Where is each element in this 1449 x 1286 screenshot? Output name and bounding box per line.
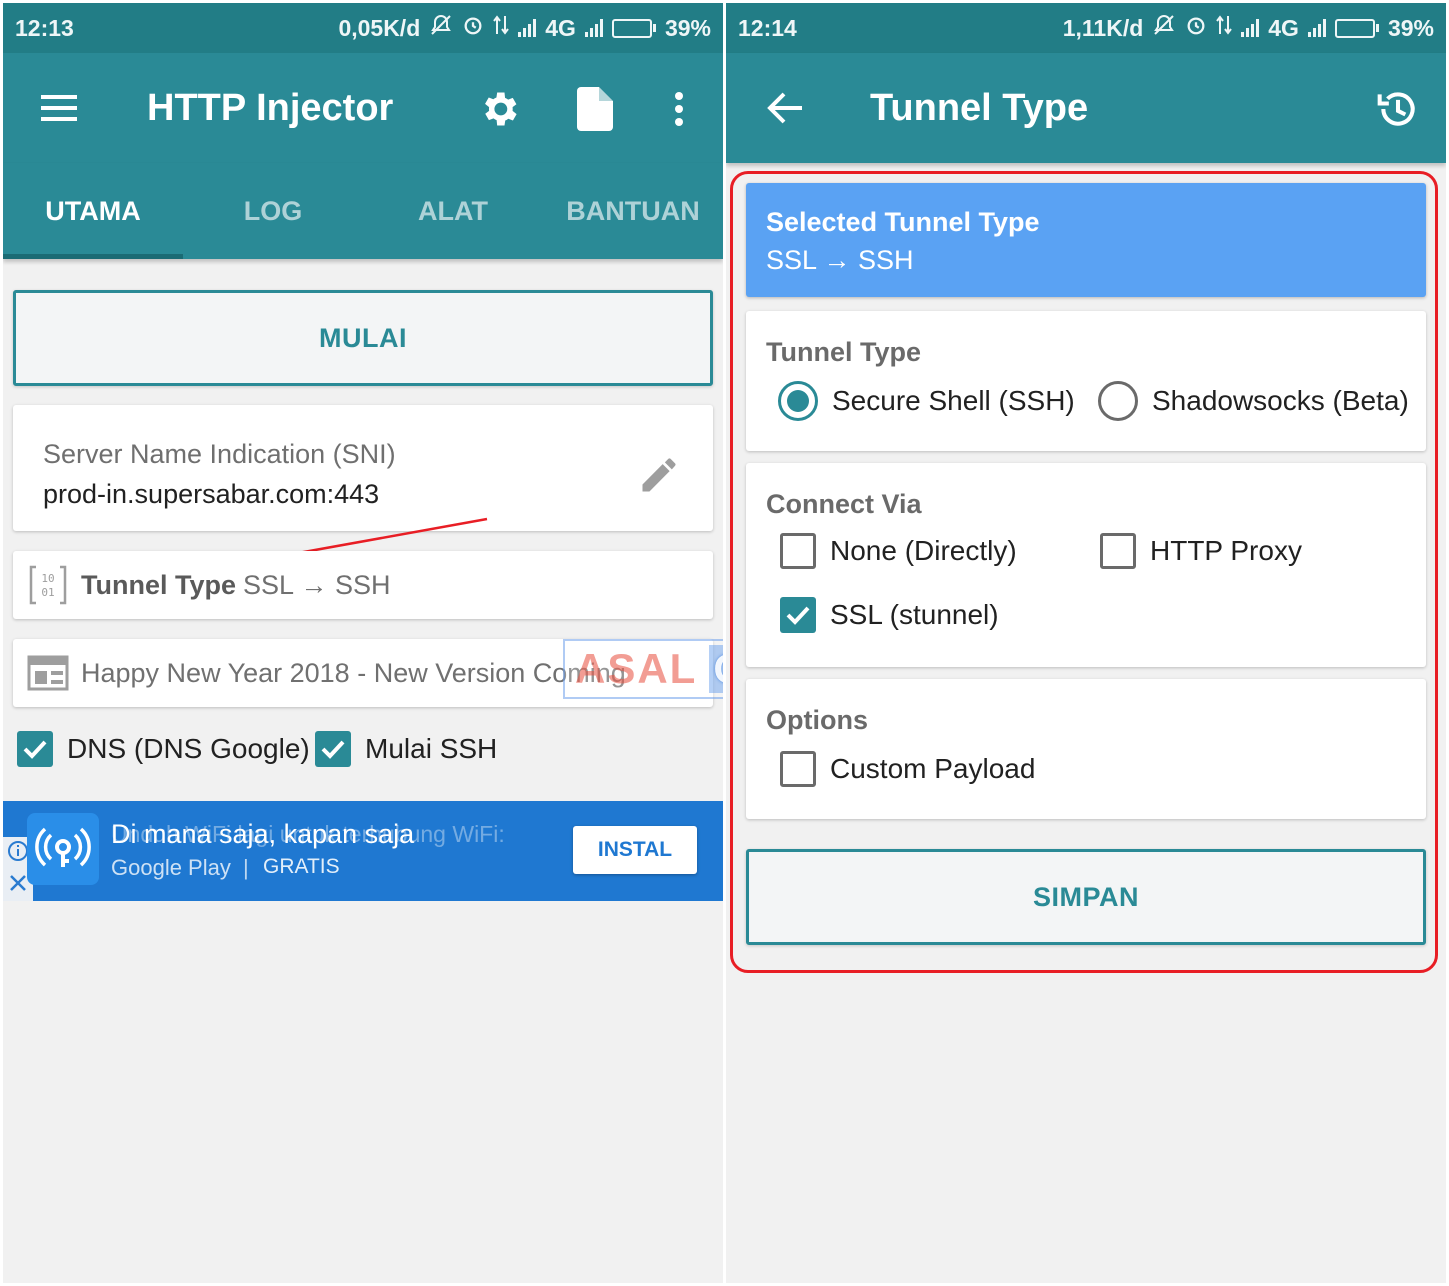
none-checkbox-row[interactable]: None (Directly) xyxy=(780,533,1017,569)
ad-separator: | xyxy=(243,855,249,880)
tab-alat[interactable]: ALAT xyxy=(363,163,543,259)
ssh-checkbox[interactable] xyxy=(315,731,351,767)
app-bar: HTTP Injector xyxy=(3,53,723,163)
ssh-radio-label: Secure Shell (SSH) xyxy=(832,385,1075,416)
sni-label: Server Name Indication (SNI) xyxy=(43,439,396,469)
network-type: 4G xyxy=(1268,14,1299,41)
none-label: None (Directly) xyxy=(830,535,1017,566)
notifications-off-icon xyxy=(429,13,453,43)
alarm-icon xyxy=(1185,14,1207,42)
arrow-back-icon[interactable] xyxy=(760,83,810,133)
ad-store: Google Play xyxy=(111,855,231,880)
tunnel-type-label: Tunnel Type xyxy=(81,569,236,600)
options-title: Options xyxy=(766,705,868,735)
signal-icon xyxy=(1241,19,1260,37)
tab-bantuan[interactable]: BANTUAN xyxy=(543,163,723,259)
history-icon[interactable] xyxy=(1372,83,1424,135)
connect-via-section: Connect Via None (Directly) HTTP Proxy S… xyxy=(746,463,1426,667)
sni-card[interactable]: Server Name Indication (SNI) prod-in.sup… xyxy=(13,405,713,531)
watermark-part2: OYEG xyxy=(709,645,723,693)
dns-checkbox[interactable] xyxy=(17,731,53,767)
status-bar: 12:14 1,11K/d 4G 39% xyxy=(726,3,1446,53)
network-type: 4G xyxy=(545,14,576,41)
ssl-checkbox-row[interactable]: SSL (stunnel) xyxy=(780,597,999,633)
signal-icon-2 xyxy=(584,19,603,37)
shadowsocks-radio-row[interactable]: Shadowsocks (Beta) xyxy=(1098,381,1409,421)
news-icon xyxy=(27,655,69,696)
main-screen: 12:13 0,05K/d 4G 39% HTTP Injector UTAMA… xyxy=(3,3,723,1283)
custom-payload-label: Custom Payload xyxy=(830,753,1036,784)
pencil-icon[interactable] xyxy=(637,453,681,502)
ssl-label: SSL (stunnel) xyxy=(830,599,999,630)
tab-log[interactable]: LOG xyxy=(183,163,363,259)
connect-via-title: Connect Via xyxy=(766,489,922,519)
watermark-part1: ASAL xyxy=(575,645,698,692)
status-time: 12:14 xyxy=(738,14,797,41)
data-transfer-icon xyxy=(493,14,510,42)
tunnel-type-section: Tunnel Type Secure Shell (SSH) Shadowsoc… xyxy=(746,311,1426,451)
ad-price: GRATIS xyxy=(263,855,340,878)
notice-text: Happy New Year 2018 - New Version Coming xyxy=(81,657,626,688)
document-icon[interactable] xyxy=(569,83,621,135)
start-button[interactable]: MULAI xyxy=(13,290,713,386)
app-bar: Tunnel Type xyxy=(726,53,1446,163)
binary-icon: 10 01 xyxy=(29,565,67,610)
dns-label: DNS (DNS Google) xyxy=(67,733,310,764)
ssh-radio-row[interactable]: Secure Shell (SSH) xyxy=(778,381,1075,421)
save-button[interactable]: SIMPAN xyxy=(746,849,1426,945)
watermark: ASAL OYEG xyxy=(563,639,723,699)
ad-headline: Di mana saja, kapan saja xyxy=(111,819,415,849)
install-button[interactable]: INSTAL xyxy=(573,826,697,874)
selected-value: SSL → SSH xyxy=(766,245,914,275)
tab-utama[interactable]: UTAMA xyxy=(3,163,183,259)
tunnel-type-screen: 12:14 1,11K/d 4G 39% Tunnel Type Selecte… xyxy=(726,3,1446,1283)
selected-tunnel-card: Selected Tunnel Type SSL → SSH xyxy=(746,183,1426,297)
notifications-off-icon xyxy=(1152,13,1176,43)
status-bar: 12:13 0,05K/d 4G 39% xyxy=(3,3,723,53)
shadowsocks-radio[interactable] xyxy=(1098,381,1138,421)
alarm-icon xyxy=(462,14,484,42)
options-section: Options Custom Payload xyxy=(746,679,1426,819)
ssh-checkbox-row[interactable]: Mulai SSH xyxy=(315,731,497,767)
shadowsocks-radio-label: Shadowsocks (Beta) xyxy=(1152,385,1409,416)
menu-icon[interactable] xyxy=(31,83,87,133)
custom-payload-row[interactable]: Custom Payload xyxy=(780,751,1035,787)
ad-banner[interactable]: Unduh WiFi lagi untuk terhubung WiFi: Di… xyxy=(3,801,723,901)
screen-title: Tunnel Type xyxy=(870,87,1089,129)
close-icon[interactable] xyxy=(8,873,28,899)
http-proxy-label: HTTP Proxy xyxy=(1150,535,1302,566)
more-vert-icon[interactable] xyxy=(659,83,699,135)
signal-icon xyxy=(518,19,537,37)
network-speed: 1,11K/d xyxy=(1062,14,1144,41)
dns-checkbox-row[interactable]: DNS (DNS Google) xyxy=(17,731,310,767)
status-time: 12:13 xyxy=(15,14,74,41)
app-title: HTTP Injector xyxy=(147,87,394,129)
http-proxy-checkbox[interactable] xyxy=(1100,533,1136,569)
tunnel-type-title: Tunnel Type xyxy=(766,337,921,367)
network-speed: 0,05K/d xyxy=(338,14,421,41)
battery-icon xyxy=(611,18,656,38)
ssh-label: Mulai SSH xyxy=(365,733,498,764)
data-transfer-icon xyxy=(1216,14,1233,42)
battery-percent: 39% xyxy=(664,14,711,41)
ssh-radio[interactable] xyxy=(778,381,818,421)
tunnel-type-value: SSL → SSH xyxy=(243,569,391,600)
info-icon[interactable] xyxy=(7,840,29,868)
battery-percent: 39% xyxy=(1387,14,1434,41)
http-proxy-checkbox-row[interactable]: HTTP Proxy xyxy=(1100,533,1302,569)
custom-payload-checkbox[interactable] xyxy=(780,751,816,787)
none-checkbox[interactable] xyxy=(780,533,816,569)
wifi-key-icon xyxy=(27,813,99,885)
svg-text:01: 01 xyxy=(41,586,54,599)
gear-icon[interactable] xyxy=(473,83,525,135)
sni-value: prod-in.supersabar.com:443 xyxy=(43,479,380,509)
svg-text:10: 10 xyxy=(41,572,54,585)
signal-icon-2 xyxy=(1307,19,1326,37)
ssl-checkbox[interactable] xyxy=(780,597,816,633)
tunnel-type-card[interactable]: 10 01 Tunnel Type SSL → SSH xyxy=(13,551,713,619)
selected-title: Selected Tunnel Type xyxy=(766,207,1040,237)
tab-bar: UTAMA LOG ALAT BANTUAN xyxy=(3,163,723,259)
battery-icon xyxy=(1334,18,1379,38)
